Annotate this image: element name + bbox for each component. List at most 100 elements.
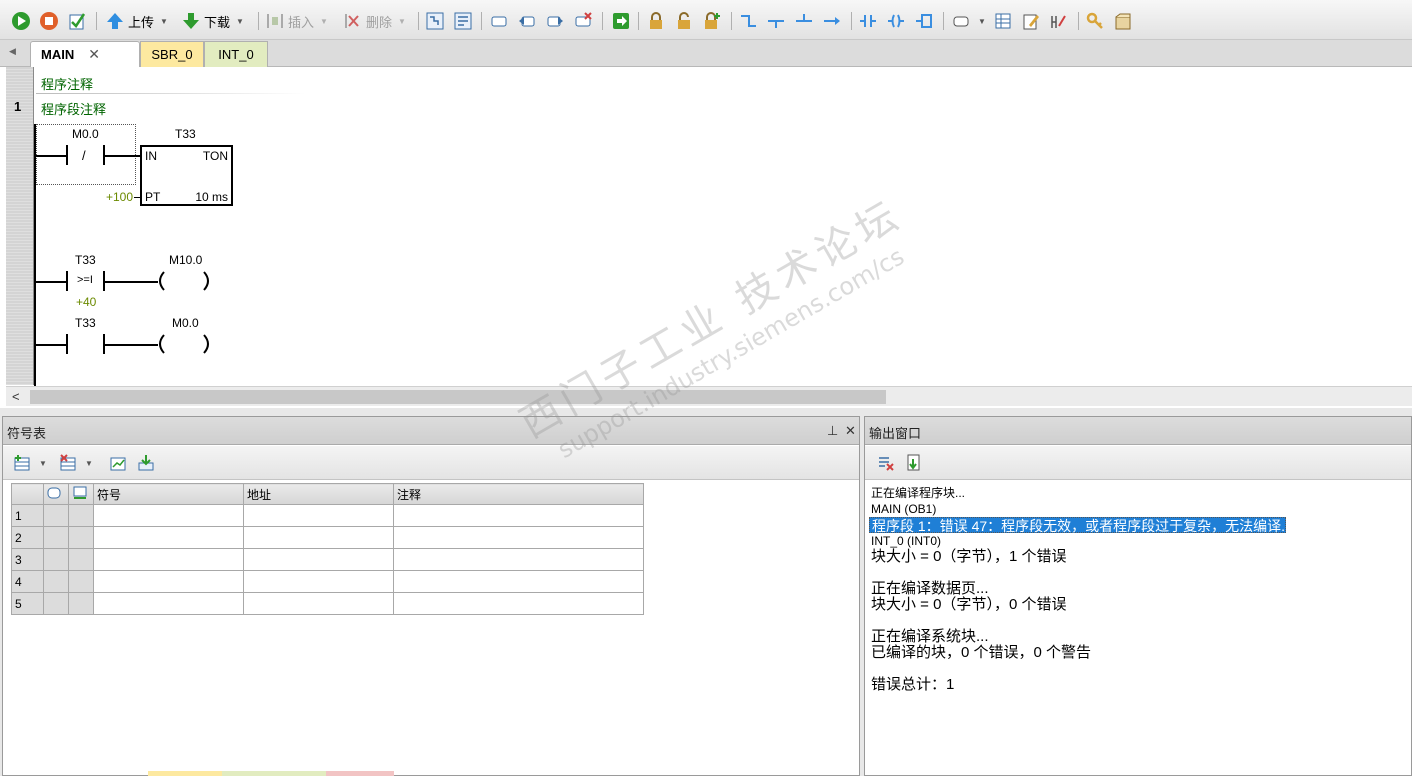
ton-timer-box[interactable]: IN TON PT 10 ms [140, 145, 233, 206]
output-coil[interactable] [156, 333, 216, 357]
column-header-address[interactable]: 地址 [243, 483, 394, 505]
output-line[interactable]: 块大小 = 0（字节），1 个错误 [869, 549, 1411, 565]
chevron-down-icon[interactable]: ▼ [160, 17, 168, 26]
table-row[interactable]: 1 [11, 504, 644, 527]
bottom-tab-strip[interactable] [222, 771, 326, 776]
column-header-comment[interactable]: 注释 [393, 483, 644, 505]
delete-button[interactable]: 删除 ▼ [342, 9, 406, 33]
cell[interactable] [93, 570, 244, 593]
cell[interactable] [393, 570, 644, 593]
output-line[interactable]: MAIN (OB1) [869, 501, 1411, 517]
table-row[interactable]: 4 [11, 570, 644, 593]
cell[interactable] [393, 504, 644, 527]
output-line[interactable]: 正在编译程序块... [869, 485, 1411, 501]
close-icon[interactable]: ✕ [88, 46, 100, 63]
network-collapse-button[interactable] [452, 9, 474, 33]
coil-button[interactable] [885, 9, 907, 33]
cell[interactable] [393, 592, 644, 615]
delete-row-button[interactable]: ▼ [57, 451, 93, 475]
compare-value[interactable]: +40 [76, 295, 96, 309]
cell[interactable] [93, 504, 244, 527]
output-line[interactable]: 正在编译数据页... [869, 581, 1411, 597]
box-button[interactable] [913, 9, 935, 33]
compile-button[interactable] [66, 9, 88, 33]
chevron-down-icon[interactable]: ▼ [39, 459, 47, 468]
lock-button[interactable] [645, 9, 667, 33]
chevron-down-icon[interactable]: ▼ [978, 17, 986, 26]
tab-main[interactable]: MAIN ✕ [30, 41, 140, 67]
output-line[interactable]: 已编译的块，0 个错误，0 个警告 [869, 645, 1411, 661]
cell[interactable] [93, 548, 244, 571]
table-row[interactable]: 3 [11, 548, 644, 571]
cell[interactable] [243, 504, 394, 527]
horizontal-scrollbar[interactable]: < [6, 386, 1412, 406]
line-right-button[interactable] [821, 9, 843, 33]
pin-icon[interactable]: ⊥ [827, 423, 838, 439]
contact-address[interactable]: T33 [75, 316, 96, 330]
clear-bookmarks-button[interactable] [572, 9, 594, 33]
bottom-tab-strip[interactable] [148, 771, 222, 776]
unlock-button[interactable] [673, 9, 695, 33]
table-row[interactable]: 2 [11, 526, 644, 549]
cell[interactable] [393, 548, 644, 571]
chevron-down-icon[interactable]: ▼ [236, 17, 244, 26]
timer-name[interactable]: T33 [175, 127, 196, 141]
coil-address[interactable]: M10.0 [169, 253, 202, 267]
chevron-down-icon[interactable]: ▼ [320, 17, 328, 26]
close-icon[interactable]: ✕ [845, 423, 856, 439]
output-line[interactable]: 错误总计：1 [869, 677, 1411, 693]
tab-int-0[interactable]: INT_0 [204, 41, 268, 67]
table-row[interactable]: 5 [11, 592, 644, 615]
properties-button[interactable] [1048, 9, 1070, 33]
clear-output-button[interactable] [875, 451, 897, 475]
cell[interactable] [243, 548, 394, 571]
coil-address[interactable]: M0.0 [172, 316, 199, 330]
insert-row-button[interactable]: ▼ [11, 451, 47, 475]
branch-down-button[interactable] [737, 9, 759, 33]
next-bookmark-button[interactable] [544, 9, 566, 33]
ladder-editor[interactable]: 程序注释 1 程序段注释 M0.0 / T33 IN TON PT 10 ms … [0, 67, 1412, 408]
output-line[interactable]: 正在编译系统块... [869, 629, 1411, 645]
cell[interactable] [243, 592, 394, 615]
cell[interactable] [93, 592, 244, 615]
bookmark-button[interactable] [488, 9, 510, 33]
lock-add-button[interactable] [701, 9, 723, 33]
run-button[interactable] [10, 9, 32, 33]
library-button[interactable] [1112, 9, 1134, 33]
scroll-left-icon[interactable]: < [12, 389, 20, 404]
timer-preset-value[interactable]: +100 [106, 190, 133, 204]
compare-address[interactable]: T33 [75, 253, 96, 267]
output-line-selected-error[interactable]: 程序段 1：错误 47：程序段无效，或者程序段过于复杂，无法编译. [869, 517, 1287, 534]
line-up-button[interactable] [793, 9, 815, 33]
upload-button[interactable]: 上传 ▼ [104, 9, 168, 33]
output-coil[interactable] [156, 270, 216, 294]
network-expand-button[interactable] [424, 9, 446, 33]
chevron-down-icon[interactable]: ▼ [85, 459, 93, 468]
tab-scroll-left-icon[interactable]: ◀ [9, 46, 16, 57]
cell[interactable] [243, 526, 394, 549]
cell[interactable] [393, 526, 644, 549]
sort-button[interactable] [107, 451, 129, 475]
pou-comment-button[interactable]: ▼ [950, 9, 986, 33]
program-comment[interactable]: 程序注释 [41, 74, 93, 93]
column-header-symbol[interactable]: 符号 [93, 483, 244, 505]
network-comment[interactable]: 程序段注释 [41, 99, 106, 118]
download-button[interactable]: 下载 ▼ [180, 9, 244, 33]
cell[interactable] [93, 526, 244, 549]
goto-button[interactable] [610, 9, 632, 33]
password-button[interactable] [1084, 9, 1106, 33]
cell[interactable] [243, 570, 394, 593]
symbol-table-button[interactable] [992, 9, 1014, 33]
goto-error-button[interactable] [903, 451, 925, 475]
chevron-down-icon[interactable]: ▼ [398, 17, 406, 26]
insert-button[interactable]: 插入 ▼ [264, 9, 328, 33]
output-line[interactable]: 块大小 = 0（字节），0 个错误 [869, 597, 1411, 613]
edit-button[interactable] [1020, 9, 1042, 33]
tab-sbr-0[interactable]: SBR_0 [140, 41, 204, 67]
contact-button[interactable] [857, 9, 879, 33]
export-button[interactable] [135, 451, 157, 475]
output-log[interactable]: 正在编译程序块... MAIN (OB1) 程序段 1：错误 47：程序段无效，… [869, 485, 1411, 693]
stop-button[interactable] [38, 9, 60, 33]
bottom-tab-strip[interactable] [326, 771, 394, 776]
scrollbar-thumb[interactable] [30, 390, 886, 404]
